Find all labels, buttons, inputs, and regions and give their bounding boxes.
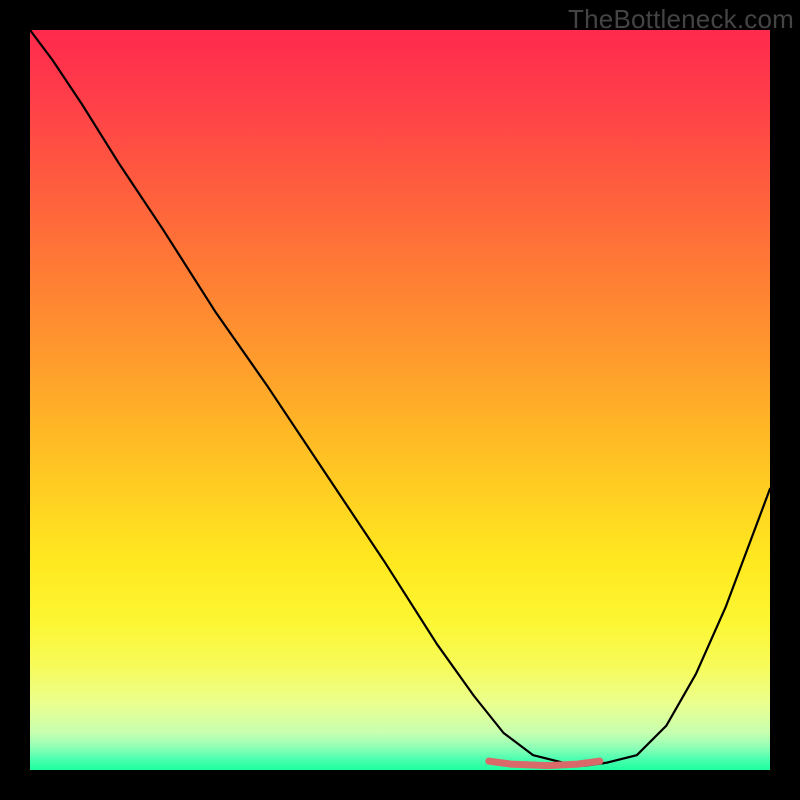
black-curve-path <box>30 30 770 766</box>
watermark-text: TheBottleneck.com <box>568 4 794 35</box>
chart-svg <box>30 30 770 770</box>
chart-frame: TheBottleneck.com <box>0 0 800 800</box>
red-floor-path <box>489 761 600 766</box>
plot-area <box>30 30 770 770</box>
